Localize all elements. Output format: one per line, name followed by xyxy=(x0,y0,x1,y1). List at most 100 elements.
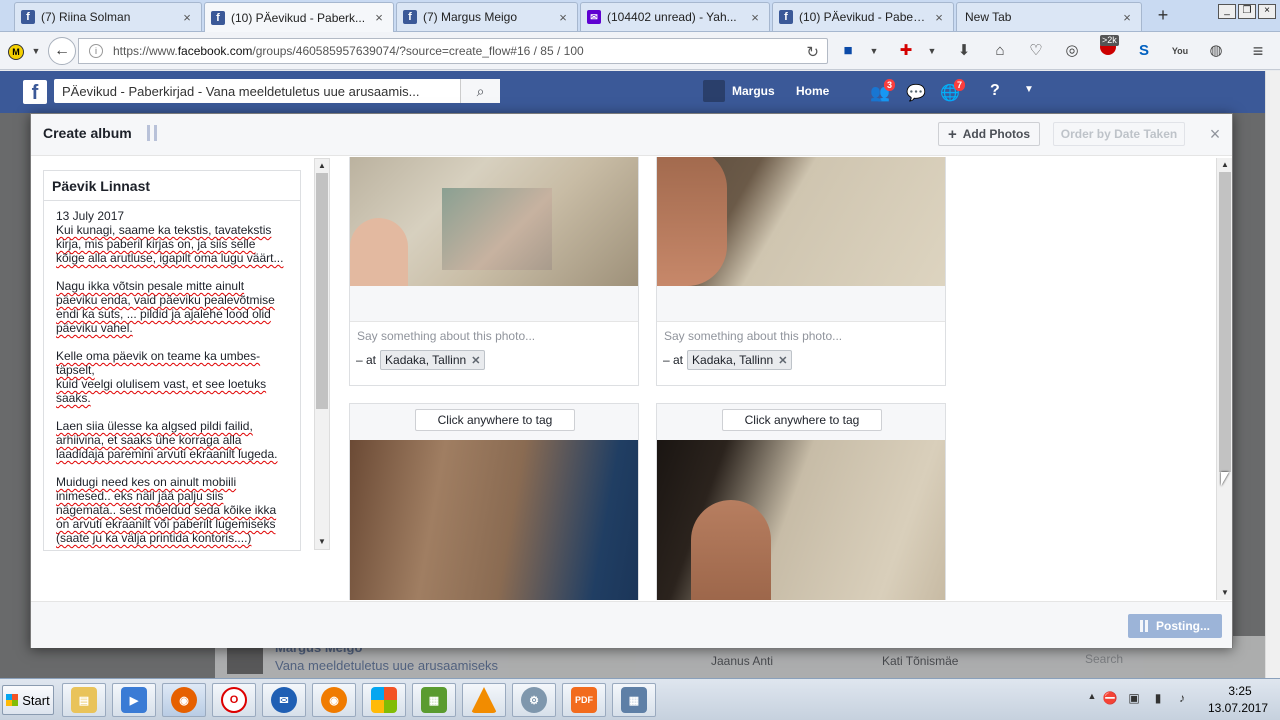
scrollbar-thumb[interactable] xyxy=(316,173,328,409)
taskbar-app[interactable]: ⚙ xyxy=(512,683,556,717)
new-tab-icon[interactable]: + xyxy=(1152,5,1174,27)
save-icon[interactable]: ■ xyxy=(836,39,860,63)
extension-badge: >2k xyxy=(1100,35,1119,46)
taskbar-app[interactable]: ◉ xyxy=(162,683,206,717)
skype-icon[interactable]: S xyxy=(1132,39,1156,63)
adblock-icon[interactable]: >2k xyxy=(1096,35,1120,63)
photo-thumbnail[interactable] xyxy=(657,440,945,600)
taskbar-app[interactable]: ▦ xyxy=(412,683,456,717)
first-aid-icon[interactable]: ✚ xyxy=(894,39,918,63)
scrollbar-thumb[interactable] xyxy=(1219,172,1231,472)
addon-dropdown-icon[interactable]: ▼ xyxy=(920,39,944,63)
browser-tab-2[interactable]: f (7) Margus Meigo × xyxy=(396,2,578,31)
photo-thumbnail[interactable] xyxy=(657,157,945,286)
browser-tab-4[interactable]: f (10) PÄevikud - Paberk... × xyxy=(772,2,954,31)
tray-usb-icon[interactable]: ▣ xyxy=(1126,691,1142,707)
browser-tab-3[interactable]: ✉ (104402 unread) - Yah... × xyxy=(580,2,770,31)
clock-time[interactable]: 3:25 xyxy=(1208,684,1272,698)
facebook-search-input[interactable]: PÄevikud - Paberkirjad - Vana meeldetule… xyxy=(54,79,500,103)
taskbar-app[interactable] xyxy=(462,683,506,717)
taskbar-app[interactable]: ▦ xyxy=(612,683,656,717)
profile-dropdown-icon[interactable]: ▼ xyxy=(24,39,48,63)
avatar[interactable] xyxy=(703,80,725,102)
facebook-logo-icon[interactable]: f xyxy=(23,80,47,104)
home-icon[interactable]: ⌂ xyxy=(988,39,1012,63)
tray-network-icon[interactable]: ▮ xyxy=(1150,691,1166,707)
description-scrollbar[interactable]: ▲ ▼ xyxy=(314,158,330,550)
help-icon[interactable]: ? xyxy=(990,82,1000,100)
youtube-icon[interactable]: You xyxy=(1168,39,1192,63)
photo-thumbnail[interactable] xyxy=(350,440,638,600)
close-tab-icon[interactable]: × xyxy=(181,10,193,25)
restore-window-icon[interactable]: ❐ xyxy=(1238,4,1256,19)
close-tab-icon[interactable]: × xyxy=(933,10,945,25)
page-scrollbar[interactable] xyxy=(1265,71,1280,678)
reload-icon[interactable]: ↻ xyxy=(806,43,819,61)
network-icon: ⚙ xyxy=(521,687,547,713)
location-tag[interactable]: Kadaka, Tallinn ✕ xyxy=(380,350,486,370)
facebook-icon: f xyxy=(211,10,225,25)
photo-thumbnail[interactable] xyxy=(350,157,638,286)
taskbar-app[interactable]: O xyxy=(212,683,256,717)
menu-icon[interactable]: ≡ xyxy=(1246,39,1270,63)
photo-caption-input[interactable]: Say something about this photo... xyxy=(664,329,842,343)
pocket-icon[interactable]: ♡ xyxy=(1024,39,1048,63)
browser-tab-1[interactable]: f (10) PÄevikud - Paberk... × xyxy=(204,2,394,32)
extension-icon[interactable]: ◍ xyxy=(1204,39,1228,63)
chat-contact[interactable]: Kati Tõnismäe xyxy=(882,654,958,668)
taskbar-app[interactable]: ✉ xyxy=(262,683,306,717)
back-button[interactable]: ← xyxy=(48,37,76,65)
tray-security-icon[interactable]: ⛔ xyxy=(1102,691,1118,707)
close-tab-icon[interactable]: × xyxy=(1121,10,1133,25)
search-icon[interactable]: ⌕ xyxy=(460,79,500,103)
close-tab-icon[interactable]: × xyxy=(373,10,385,25)
location-tag[interactable]: Kadaka, Tallinn ✕ xyxy=(687,350,793,370)
site-info-icon[interactable]: i xyxy=(89,44,103,58)
photo-caption-input[interactable]: Say something about this photo... xyxy=(357,329,535,343)
download-icon[interactable]: ⬇ xyxy=(952,39,976,63)
add-photos-button[interactable]: + Add Photos xyxy=(938,122,1040,146)
tag-photo-button[interactable]: Click anywhere to tag xyxy=(415,409,575,431)
taskbar-app[interactable]: ▶ xyxy=(112,683,156,717)
save-dropdown-icon[interactable]: ▼ xyxy=(862,39,886,63)
minimize-window-icon[interactable]: _ xyxy=(1218,4,1236,19)
notifications-icon[interactable]: 🌐 7 xyxy=(940,79,966,103)
messages-icon[interactable]: 💬 xyxy=(906,83,926,103)
friend-requests-icon[interactable]: 👥 3 xyxy=(870,79,896,103)
close-tab-icon[interactable]: × xyxy=(749,10,761,25)
post-group[interactable]: Vana meeldetuletus uue arusaamiseks xyxy=(275,658,498,673)
close-icon[interactable]: × xyxy=(1206,124,1224,144)
account-menu-icon[interactable]: ▼ xyxy=(1024,84,1034,95)
tray-expand-icon[interactable]: ▲ xyxy=(1084,691,1100,707)
scroll-down-icon[interactable]: ▼ xyxy=(315,535,329,549)
start-button[interactable]: Start xyxy=(2,685,54,715)
url-bar[interactable]: i https://www. facebook.com/groups/460585… xyxy=(78,38,828,64)
browser-tab-0[interactable]: f (7) Riina Solman × xyxy=(14,2,202,31)
scroll-up-icon[interactable]: ▲ xyxy=(315,159,329,173)
chat-search-input[interactable]: Search xyxy=(1085,652,1123,666)
close-tab-icon[interactable]: × xyxy=(557,10,569,25)
album-description-textarea[interactable]: 13 July 2017 Kui kunagi, saame ka teksti… xyxy=(56,209,292,550)
close-window-icon[interactable]: × xyxy=(1258,4,1276,19)
taskbar-app[interactable] xyxy=(362,683,406,717)
chat-contact[interactable]: Jaanus Anti xyxy=(711,654,773,668)
taskbar-app[interactable]: ◉ xyxy=(312,683,356,717)
clock-date[interactable]: 13.07.2017 xyxy=(1200,701,1276,715)
photo-grid-scrollbar[interactable]: ▲ ▼ xyxy=(1216,158,1232,600)
tray-volume-icon[interactable]: ♪ xyxy=(1174,691,1190,707)
remove-location-icon[interactable]: ✕ xyxy=(471,354,480,367)
browser-tab-5[interactable]: New Tab × xyxy=(956,2,1142,31)
home-link[interactable]: Home xyxy=(796,84,829,98)
spreadsheet-icon: ▦ xyxy=(421,687,447,713)
sync-icon[interactable]: ◎ xyxy=(1060,39,1084,63)
taskbar-app[interactable]: ▤ xyxy=(62,683,106,717)
order-by-date-button[interactable]: Order by Date Taken xyxy=(1053,122,1185,146)
tag-photo-button[interactable]: Click anywhere to tag xyxy=(722,409,882,431)
album-name-input[interactable]: Päevik Linnast xyxy=(44,171,300,201)
scroll-down-icon[interactable]: ▼ xyxy=(1217,586,1233,600)
scroll-up-icon[interactable]: ▲ xyxy=(1217,158,1233,172)
posting-button[interactable]: Posting... xyxy=(1128,614,1222,638)
remove-location-icon[interactable]: ✕ xyxy=(778,354,787,367)
profile-link[interactable]: Margus xyxy=(732,84,775,98)
taskbar-app[interactable]: PDF xyxy=(562,683,606,717)
